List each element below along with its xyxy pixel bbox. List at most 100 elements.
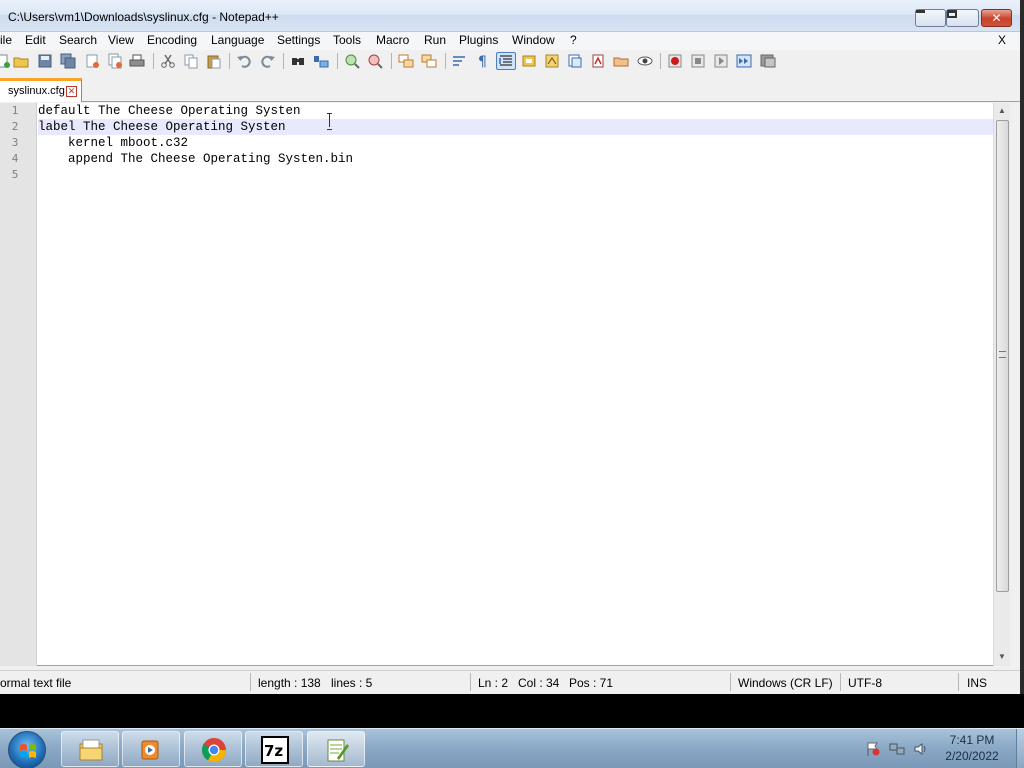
- document-list-icon[interactable]: [590, 53, 606, 69]
- status-eol[interactable]: Windows (CR LF): [738, 676, 833, 690]
- maximize-button[interactable]: [946, 9, 979, 27]
- title-bar[interactable]: C:\Users\vm1\Downloads\syslinux.cfg - No…: [0, 0, 1020, 32]
- print-icon[interactable]: [129, 53, 145, 69]
- stop-macro-icon[interactable]: [690, 53, 706, 69]
- doc-map-icon[interactable]: [521, 53, 537, 69]
- sync-vertical-icon[interactable]: [398, 53, 414, 69]
- show-all-chars-icon[interactable]: ¶: [475, 53, 491, 69]
- taskbar-notepad-plus-plus[interactable]: [307, 731, 365, 767]
- save-macro-icon[interactable]: [760, 53, 776, 69]
- save-icon[interactable]: [37, 53, 53, 69]
- scrollbar-grip-icon: [999, 351, 1006, 358]
- cut-icon[interactable]: [160, 53, 176, 69]
- toolbar-separator: [153, 53, 154, 69]
- close-all-icon[interactable]: [107, 53, 123, 69]
- show-desktop-button[interactable]: [1016, 729, 1024, 768]
- 7zip-icon: 7z: [261, 736, 289, 764]
- menu-tools[interactable]: Tools: [333, 33, 361, 47]
- record-macro-icon[interactable]: [667, 53, 683, 69]
- scrollbar-thumb[interactable]: [996, 120, 1009, 592]
- chrome-icon: [201, 738, 226, 763]
- line-number: 5: [11, 168, 19, 181]
- function-list-icon[interactable]: [544, 53, 560, 69]
- line-number: 3: [11, 136, 19, 149]
- volume-icon[interactable]: [913, 741, 929, 757]
- undo-icon[interactable]: [236, 53, 252, 69]
- menu-view[interactable]: View: [108, 33, 134, 47]
- menu-file[interactable]: ile: [0, 33, 12, 47]
- minimize-button[interactable]: [915, 9, 946, 27]
- run-macro-multiple-icon[interactable]: [736, 53, 752, 69]
- taskbar-chrome[interactable]: [184, 731, 242, 767]
- zoom-out-icon[interactable]: [367, 53, 383, 69]
- find-icon[interactable]: [290, 53, 306, 69]
- menu-run[interactable]: Run: [424, 33, 446, 47]
- new-file-icon[interactable]: [0, 53, 10, 69]
- desktop-edge: [1020, 0, 1024, 694]
- copy-icon[interactable]: [183, 53, 199, 69]
- tab-syslinux-cfg[interactable]: syslinux.cfg ✕: [0, 78, 82, 102]
- word-wrap-icon[interactable]: [452, 53, 468, 69]
- status-col: Col : 34: [518, 676, 560, 690]
- clock-time[interactable]: 7:41 PM: [932, 733, 1012, 747]
- toolbar-separator: [229, 53, 230, 69]
- paste-icon[interactable]: [206, 53, 222, 69]
- monitoring-icon[interactable]: [637, 53, 653, 69]
- toolbar-separator: [283, 53, 284, 69]
- redo-icon[interactable]: [260, 53, 276, 69]
- folder-workspace-icon[interactable]: [567, 53, 583, 69]
- toolbar-separator: [660, 53, 661, 69]
- code-line[interactable]: kernel mboot.c32: [38, 135, 188, 151]
- status-separator: [730, 673, 731, 691]
- status-length: length : 138: [258, 676, 321, 690]
- menu-encoding[interactable]: Encoding: [147, 33, 197, 47]
- status-file-type: ormal text file: [0, 676, 72, 690]
- open-file-icon[interactable]: [13, 53, 29, 69]
- menu-macro[interactable]: Macro: [376, 33, 409, 47]
- action-center-flag-icon[interactable]: [865, 741, 881, 757]
- tab-label: syslinux.cfg: [8, 85, 65, 97]
- menu-plugins[interactable]: Plugins: [459, 33, 498, 47]
- sync-horizontal-icon[interactable]: [421, 53, 437, 69]
- save-all-icon[interactable]: [60, 53, 76, 69]
- taskbar: 7z 7:41 PM 2/20/2022: [0, 728, 1024, 768]
- editor-area[interactable]: 1 2 3 4 5 default The Cheese Operating S…: [0, 103, 1010, 666]
- play-macro-icon[interactable]: [713, 53, 729, 69]
- status-separator: [958, 673, 959, 691]
- file-explorer-icon: [79, 739, 103, 761]
- indent-guide-button[interactable]: [496, 52, 516, 70]
- scroll-down-icon[interactable]: ▼: [994, 649, 1010, 665]
- indent-guide-icon: [499, 55, 512, 66]
- code-line[interactable]: append The Cheese Operating Systen.bin: [38, 151, 353, 167]
- tab-close-icon[interactable]: ✕: [66, 86, 77, 97]
- system-tray: [862, 737, 932, 761]
- menu-settings[interactable]: Settings: [277, 33, 320, 47]
- menu-window[interactable]: Window: [512, 33, 555, 47]
- status-encoding[interactable]: UTF-8: [848, 676, 882, 690]
- replace-icon[interactable]: [313, 53, 329, 69]
- close-document-button[interactable]: X: [998, 33, 1006, 47]
- menu-search[interactable]: Search: [59, 33, 97, 47]
- minimize-icon: [916, 10, 925, 13]
- menu-edit[interactable]: Edit: [25, 33, 46, 47]
- status-ln: Ln : 2: [478, 676, 509, 690]
- line-number: 1: [11, 104, 19, 117]
- start-button[interactable]: [8, 731, 46, 768]
- code-line[interactable]: label The Cheese Operating Systen: [38, 119, 286, 135]
- menu-language[interactable]: Language: [211, 33, 264, 47]
- taskbar-media-player[interactable]: [122, 731, 180, 767]
- close-file-icon[interactable]: [84, 53, 100, 69]
- status-insert-mode[interactable]: INS: [967, 676, 987, 690]
- scroll-up-icon[interactable]: ▲: [994, 103, 1010, 119]
- vertical-scrollbar[interactable]: ▲ ▼: [993, 103, 1010, 666]
- taskbar-7zip[interactable]: 7z: [245, 731, 303, 767]
- status-pos: Pos : 71: [569, 676, 614, 690]
- close-button[interactable]: ✕: [981, 9, 1012, 27]
- taskbar-file-explorer[interactable]: [61, 731, 119, 767]
- network-icon[interactable]: [889, 741, 905, 757]
- menu-help[interactable]: ?: [570, 33, 577, 47]
- code-line[interactable]: default The Cheese Operating Systen: [38, 103, 301, 119]
- folder-icon[interactable]: [613, 53, 629, 69]
- clock-date[interactable]: 2/20/2022: [932, 749, 1012, 763]
- zoom-in-icon[interactable]: [344, 53, 360, 69]
